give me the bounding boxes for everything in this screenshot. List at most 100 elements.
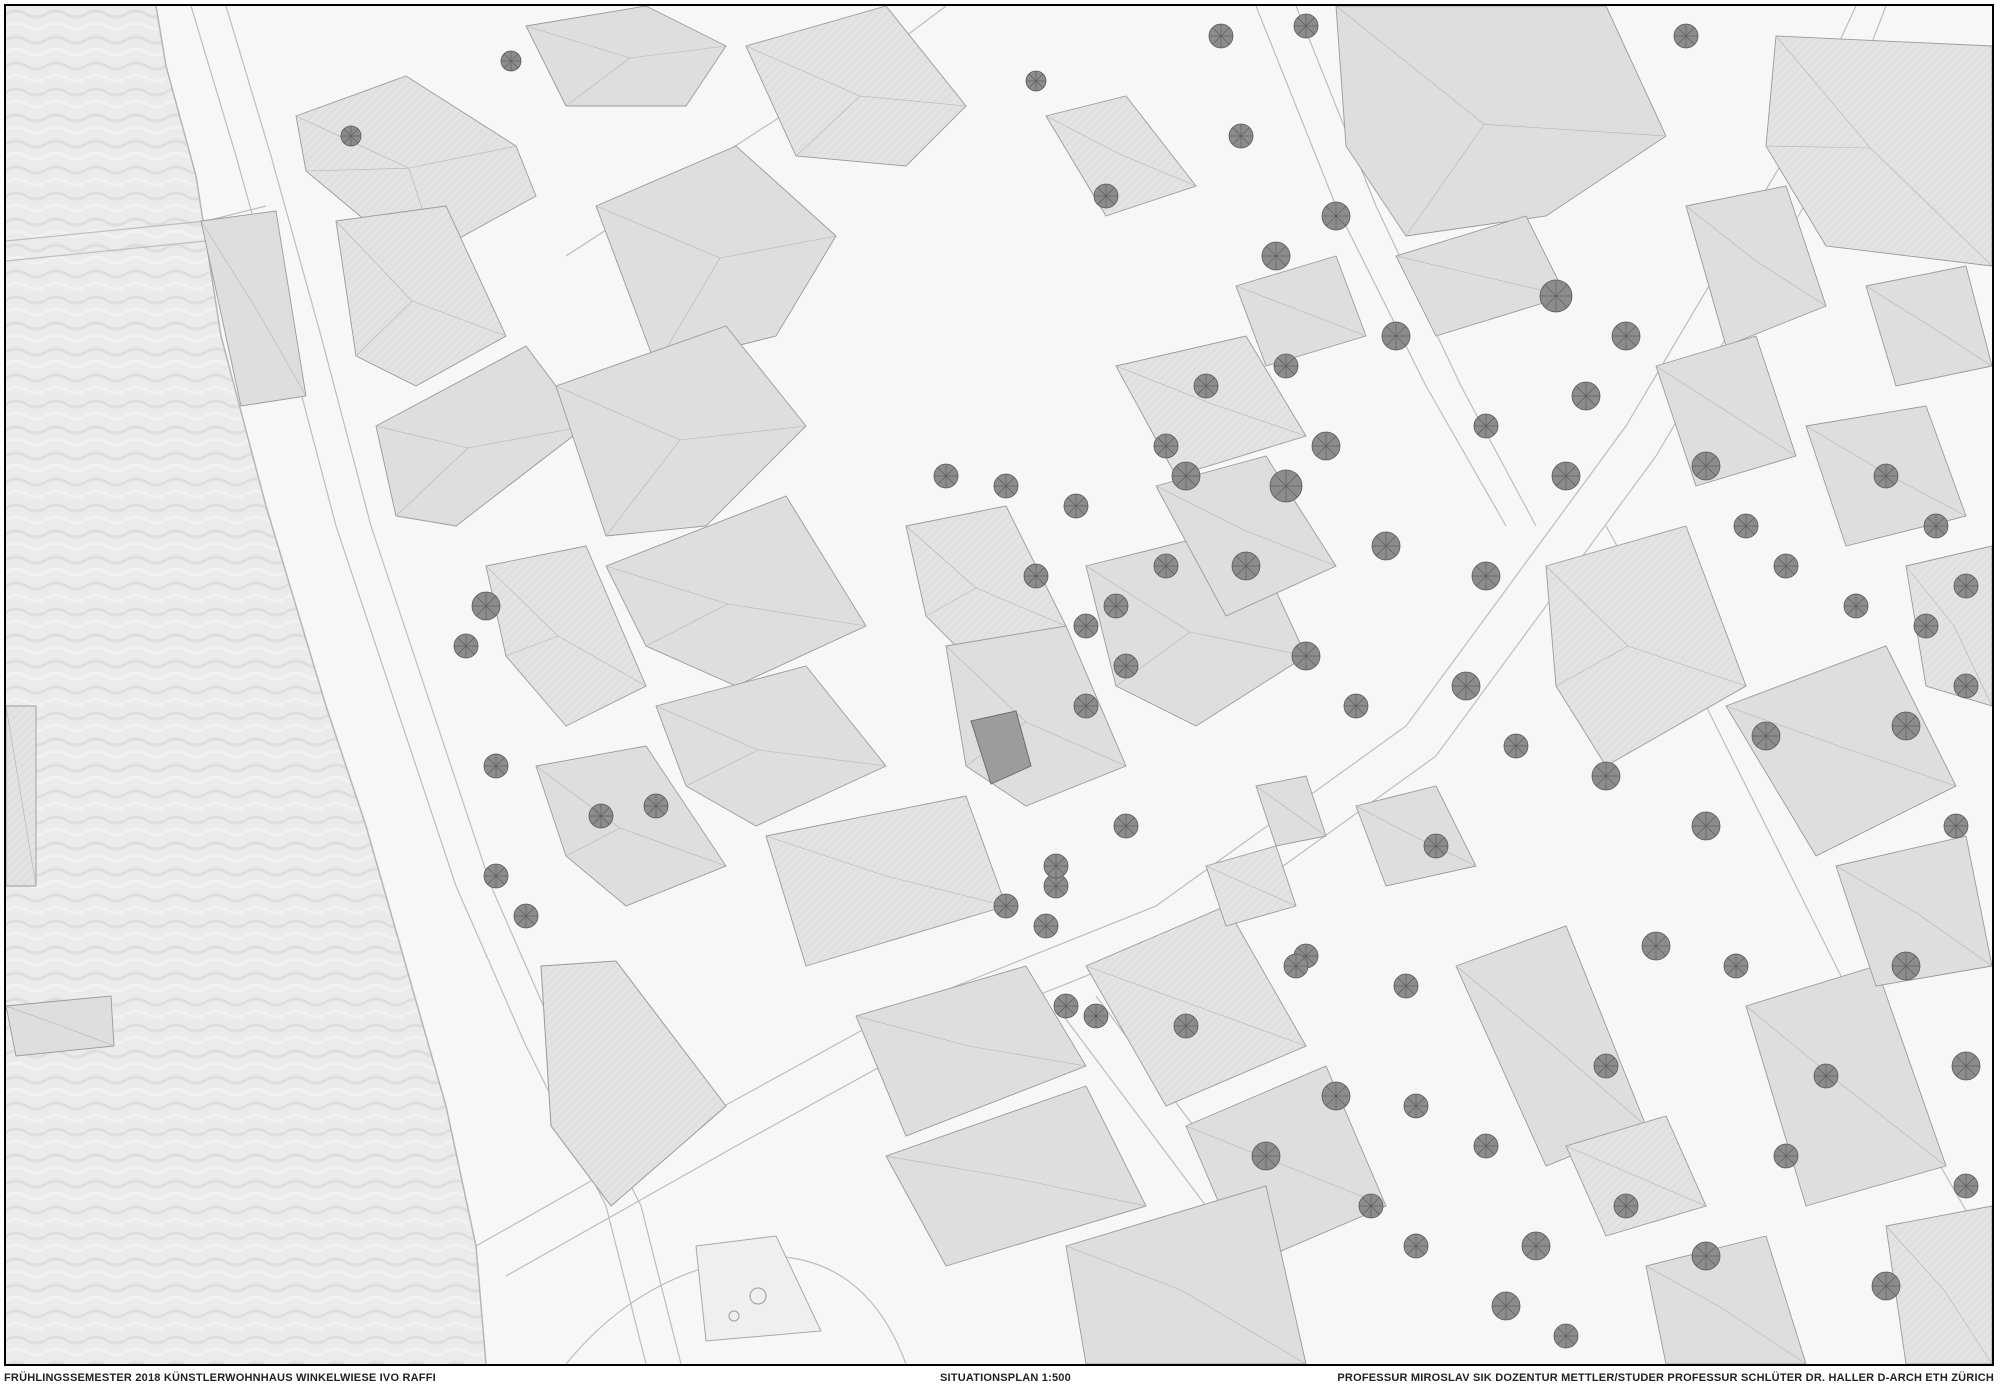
tree-symbol [1691, 451, 1721, 481]
tree-symbol [1261, 241, 1291, 271]
tree-symbol [993, 473, 1019, 499]
tree-symbol [1641, 931, 1671, 961]
building-block [1545, 525, 1747, 767]
building-block [1725, 645, 1957, 857]
tree-symbol [1321, 201, 1351, 231]
building-block [335, 205, 507, 387]
tree-symbol [588, 803, 614, 829]
tree-symbol [1473, 413, 1499, 439]
building-block [525, 6, 727, 107]
tree-symbol [483, 863, 509, 889]
tree-symbol [1953, 673, 1979, 699]
tree-symbol [1153, 433, 1179, 459]
building-block [1045, 95, 1197, 217]
tree-symbol [1291, 641, 1321, 671]
tree-symbol [471, 591, 501, 621]
building-block [1455, 925, 1647, 1167]
tree-symbol [1251, 1141, 1281, 1171]
tree-symbol [500, 50, 522, 72]
tree-symbol [1153, 553, 1179, 579]
tree-symbol [1951, 1051, 1981, 1081]
tree-symbol [1043, 853, 1069, 879]
tree-symbol [1269, 469, 1303, 503]
tree-symbol [1891, 711, 1921, 741]
tree-symbol [340, 125, 362, 147]
building-block [6, 995, 115, 1057]
site-plan-map [6, 6, 1992, 1364]
tree-symbol [1228, 123, 1254, 149]
tree-symbol [1208, 23, 1234, 49]
tree-symbol [513, 903, 539, 929]
building-block [765, 795, 1007, 967]
tree-symbol [1321, 1081, 1351, 1111]
tree-symbol [1813, 1063, 1839, 1089]
tree-symbol [1733, 513, 1759, 539]
tree-symbol [1083, 1003, 1109, 1029]
tree-symbol [1691, 1241, 1721, 1271]
footer-project-title: FRÜHLINGSSEMESTER 2018 KÜNSTLERWOHNHAUS … [4, 1372, 436, 1384]
wedge-block [540, 960, 727, 1207]
tree-symbol [1293, 13, 1319, 39]
tree-symbol [1371, 531, 1401, 561]
tree-symbol [1193, 373, 1219, 399]
tree-symbol [1403, 1093, 1429, 1119]
tree-symbol [453, 633, 479, 659]
tree-symbol [1423, 833, 1449, 859]
tree-symbol [1553, 1323, 1579, 1349]
tree-symbol [483, 753, 509, 779]
tree-symbol [1773, 553, 1799, 579]
tree-symbol [1381, 321, 1411, 351]
building-block [1335, 6, 1667, 237]
tree-symbol [1521, 1231, 1551, 1261]
tree-symbol [1773, 1143, 1799, 1169]
tree-symbol [1591, 761, 1621, 791]
tree-symbol [1923, 513, 1949, 539]
tree-symbol [1093, 183, 1119, 209]
tree-symbol [1113, 653, 1139, 679]
tree-symbol [643, 793, 669, 819]
tree-symbol [1953, 1173, 1979, 1199]
footer-credits: PROFESSUR MIROSLAV SIK DOZENTUR METTLER/… [1337, 1372, 1994, 1384]
tree-symbol [1231, 551, 1261, 581]
tree-symbol [1053, 993, 1079, 1019]
tree-symbol [1473, 1133, 1499, 1159]
tree-symbol [1673, 23, 1699, 49]
building-block [745, 6, 967, 167]
building-block [1885, 1205, 1992, 1364]
tree-symbol [1113, 813, 1139, 839]
tree-symbol [1358, 1193, 1384, 1219]
tree-symbol [1103, 593, 1129, 619]
tree-symbol [1723, 953, 1749, 979]
tree-symbol [1451, 671, 1481, 701]
building-block [945, 625, 1127, 807]
tree-symbol [1283, 953, 1309, 979]
tree-symbol [1843, 593, 1869, 619]
tree-symbol [1611, 321, 1641, 351]
tree-symbol [1891, 951, 1921, 981]
tree-symbol [1073, 613, 1099, 639]
tree-symbol [1023, 563, 1049, 589]
tree-symbol [1063, 493, 1089, 519]
tree-symbol [1953, 573, 1979, 599]
tree-symbol [1311, 431, 1341, 461]
tree-symbol [1751, 721, 1781, 751]
tree-symbol [1025, 70, 1047, 92]
tree-symbol [1593, 1053, 1619, 1079]
tree-symbol [1273, 353, 1299, 379]
tree-symbol [1613, 1193, 1639, 1219]
tree-symbol [1171, 461, 1201, 491]
tree-symbol [1503, 733, 1529, 759]
tree-symbol [1539, 279, 1573, 313]
building-block [1745, 965, 1947, 1207]
site-plan-sheet: FRÜHLINGSSEMESTER 2018 KÜNSTLERWOHNHAUS … [0, 0, 2000, 1391]
tree-symbol [1471, 561, 1501, 591]
building-block [655, 665, 887, 827]
tree-symbol [1033, 913, 1059, 939]
tree-symbol [1913, 613, 1939, 639]
tree-symbol [1691, 811, 1721, 841]
building-block [1865, 265, 1992, 387]
tree-symbol [993, 893, 1019, 919]
tree-symbol [1871, 1271, 1901, 1301]
tree-symbol [1073, 693, 1099, 719]
tree-symbol [1403, 1233, 1429, 1259]
